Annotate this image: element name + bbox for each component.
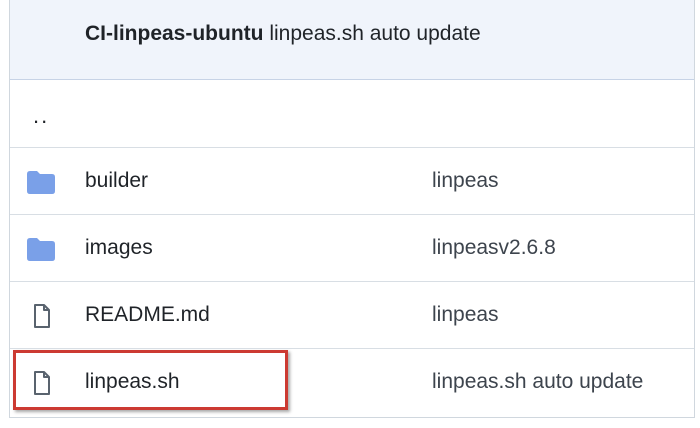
latest-commit[interactable]: CI-linpeas-ubuntu linpeas.sh auto update bbox=[85, 22, 481, 46]
file-icon bbox=[26, 303, 56, 329]
file-row-linpeas-sh[interactable]: linpeas.sh linpeas.sh auto update bbox=[10, 348, 694, 415]
file-commit-message[interactable]: linpeasv2.6.8 bbox=[432, 236, 556, 260]
file-row-builder[interactable]: builder linpeas bbox=[10, 147, 694, 214]
commit-author[interactable]: CI-linpeas-ubuntu bbox=[85, 22, 263, 45]
commit-message[interactable]: linpeas.sh auto update bbox=[269, 22, 480, 45]
file-commit-message[interactable]: linpeas.sh auto update bbox=[432, 370, 643, 394]
file-browser: CI-linpeas-ubuntu linpeas.sh auto update… bbox=[9, 0, 695, 418]
parent-directory-link[interactable]: .. bbox=[33, 105, 49, 127]
file-name[interactable]: linpeas.sh bbox=[85, 370, 180, 394]
folder-icon bbox=[26, 169, 56, 195]
folder-icon bbox=[26, 236, 56, 262]
file-commit-message[interactable]: linpeas bbox=[432, 303, 499, 327]
file-name[interactable]: builder bbox=[85, 169, 148, 193]
file-name[interactable]: README.md bbox=[85, 303, 210, 327]
file-commit-message[interactable]: linpeas bbox=[432, 169, 499, 193]
file-icon bbox=[26, 370, 56, 396]
parent-directory-row[interactable]: .. bbox=[10, 80, 694, 147]
file-name[interactable]: images bbox=[85, 236, 153, 260]
latest-commit-header: CI-linpeas-ubuntu linpeas.sh auto update bbox=[10, 0, 694, 80]
file-row-images[interactable]: images linpeasv2.6.8 bbox=[10, 214, 694, 281]
file-row-readme[interactable]: README.md linpeas bbox=[10, 281, 694, 348]
